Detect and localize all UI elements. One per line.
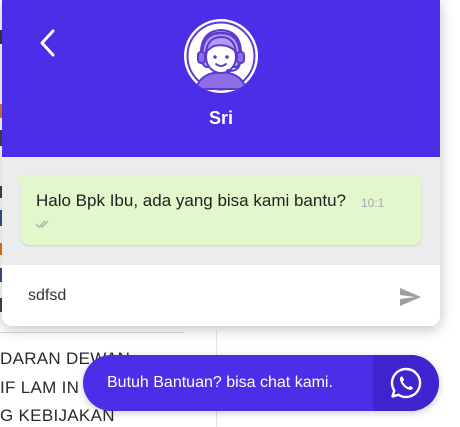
support-agent-icon xyxy=(186,21,256,91)
message-time: 10:1 xyxy=(361,196,385,210)
send-button[interactable] xyxy=(398,285,422,309)
cta-icon-container xyxy=(373,355,439,411)
message-composer xyxy=(2,265,440,326)
background-text-line: IF LAM IN xyxy=(0,378,80,397)
message-input[interactable] xyxy=(24,279,382,313)
send-icon xyxy=(400,288,421,306)
message-text: Halo Bpk Ibu, ada yang bisa kami bantu? xyxy=(36,191,346,210)
chat-cta-button[interactable]: Butuh Bantuan? bisa chat kami. xyxy=(83,355,439,411)
chat-header: Sri xyxy=(2,0,440,157)
agent-name: Sri xyxy=(208,108,233,128)
background-text-line: G KEBIJAKAN xyxy=(0,406,115,425)
message-bubble: Halo Bpk Ibu, ada yang bisa kami bantu? … xyxy=(21,175,421,245)
chevron-left-icon xyxy=(40,29,55,57)
cta-label: Butuh Bantuan? bisa chat kami. xyxy=(107,374,333,391)
agent-avatar xyxy=(184,19,258,93)
background-divider xyxy=(0,332,184,333)
double-check-icon xyxy=(35,220,49,228)
back-button[interactable] xyxy=(32,26,62,60)
chat-window: Sri Halo Bpk Ibu, ada yang bisa kami ban… xyxy=(2,0,440,326)
message-list: Halo Bpk Ibu, ada yang bisa kami bantu? … xyxy=(2,157,440,265)
whatsapp-icon xyxy=(390,367,422,399)
